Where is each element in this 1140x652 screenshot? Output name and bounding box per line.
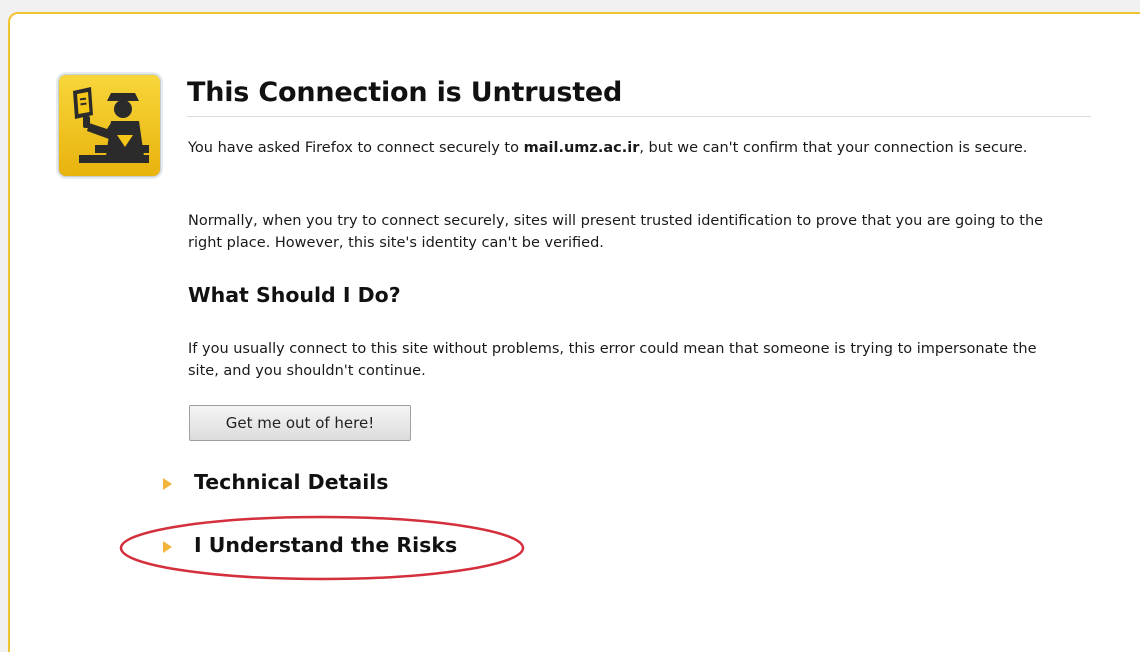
technical-details-label: Technical Details	[194, 470, 389, 494]
intro-text-end: , but we can't confirm that your connect…	[639, 140, 1028, 156]
annotation-circle	[119, 515, 525, 581]
triangle-right-icon	[163, 478, 172, 490]
security-officer-icon	[58, 74, 161, 177]
intro-paragraph: You have asked Firefox to connect secure…	[188, 137, 1068, 159]
advice-paragraph: If you usually connect to this site with…	[188, 341, 1037, 379]
title-divider	[187, 116, 1091, 117]
what-should-i-do-heading: What Should I Do?	[188, 283, 401, 307]
get-me-out-button[interactable]: Get me out of here!	[189, 405, 411, 441]
page-title: This Connection is Untrusted	[187, 77, 623, 108]
intro-text-start: You have asked Firefox to connect secure…	[188, 140, 524, 156]
explanation-paragraph: Normally, when you try to connect secure…	[188, 213, 1044, 251]
host-name: mail.umz.ac.ir	[523, 140, 640, 156]
